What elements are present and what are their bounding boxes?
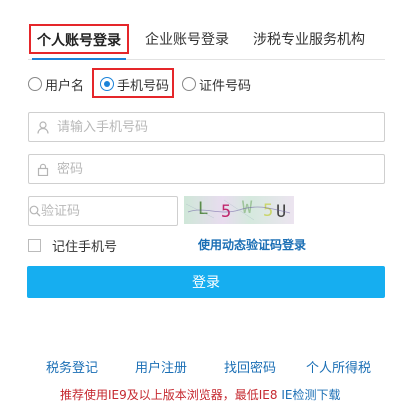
radio-id-number[interactable]: 证件号码 — [182, 72, 251, 96]
remember-checkbox[interactable] — [28, 239, 41, 252]
ie-check-download-link[interactable]: IE检测下载 — [281, 388, 340, 402]
active-tab-underline — [32, 58, 126, 60]
recover-password-link[interactable]: 找回密码 — [224, 357, 276, 376]
radio-button-icon[interactable] — [182, 77, 196, 91]
user-register-link[interactable]: 用户注册 — [135, 357, 187, 376]
tab-enterprise-login[interactable]: 企业账号登录 — [145, 28, 229, 52]
radio-phone[interactable]: 手机号码 — [100, 72, 169, 96]
radio-username[interactable]: 用户名 — [28, 72, 84, 96]
browser-notice-text: 推荐使用IE9及以上版本浏览器，最低IE8 — [60, 388, 278, 402]
login-button[interactable]: 登录 — [27, 266, 385, 298]
lock-icon — [29, 163, 57, 176]
tab-tax-agency[interactable]: 涉税专业服务机构 — [253, 28, 365, 52]
radio-username-label: 用户名 — [45, 78, 85, 94]
search-icon — [29, 205, 41, 217]
radio-phone-label: 手机号码 — [117, 78, 170, 94]
user-icon — [29, 120, 57, 134]
radio-button-icon[interactable] — [28, 77, 42, 91]
personal-income-tax-link[interactable]: 个人所得税 — [306, 357, 371, 376]
tab-personal-login[interactable]: 个人账号登录 — [29, 24, 129, 54]
phone-field[interactable] — [28, 112, 385, 142]
radio-id-number-label: 证件号码 — [199, 78, 252, 94]
remember-label: 记住手机号 — [52, 240, 118, 255]
tax-registration-link[interactable]: 税务登记 — [46, 357, 98, 376]
password-field[interactable] — [28, 154, 385, 184]
captcha-noise — [185, 199, 291, 221]
password-input[interactable] — [57, 156, 384, 182]
radio-button-checked-icon[interactable] — [100, 77, 114, 91]
captcha-image[interactable]: L 5 W 5 U — [184, 196, 294, 224]
browser-notice: 推荐使用IE9及以上版本浏览器，最低IE8 IE检测下载 — [60, 386, 340, 403]
captcha-field[interactable] — [28, 196, 211, 226]
phone-input[interactable] — [57, 114, 384, 140]
dynamic-code-login-link[interactable]: 使用动态验证码登录 — [198, 236, 306, 253]
